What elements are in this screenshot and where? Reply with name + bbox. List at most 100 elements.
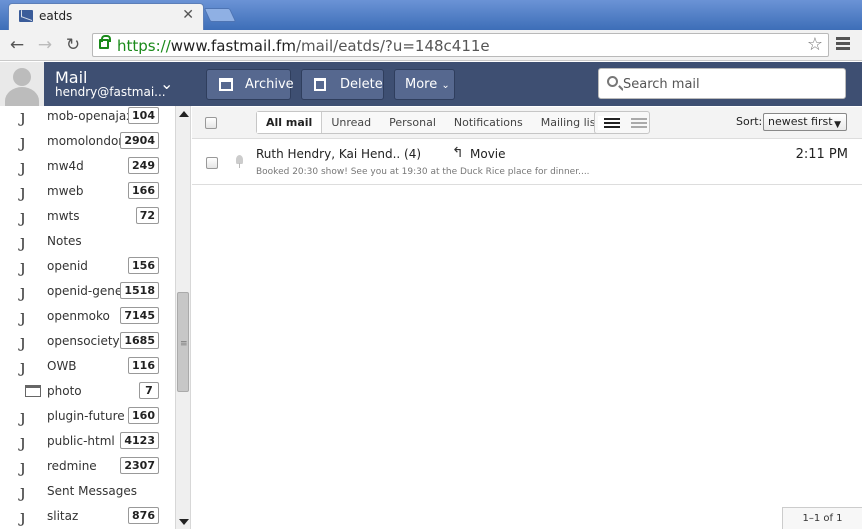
label-hook-icon: ȷ <box>20 506 26 527</box>
label-hook-icon: ȷ <box>20 481 26 502</box>
sidebar-item-owb[interactable]: ȷ OWB 116 <box>0 356 175 381</box>
label-hook-icon: ȷ <box>20 306 26 327</box>
label-hook-icon: ȷ <box>20 206 26 227</box>
search-box[interactable] <box>598 68 846 99</box>
back-icon[interactable]: ← <box>6 34 28 56</box>
message-checkbox[interactable] <box>206 157 218 169</box>
sidebar-item-photo[interactable]: photo 7 <box>0 381 175 406</box>
scroll-down-icon[interactable] <box>179 519 189 525</box>
sidebar-item-opensociety[interactable]: ȷ opensociety 1685 <box>0 331 175 356</box>
sidebar-item-mweb[interactable]: ȷ mweb 166 <box>0 181 175 206</box>
sidebar-item-redmine[interactable]: ȷ redmine 2307 <box>0 456 175 481</box>
filter-bar: All mail Unread Personal Notifications Maili… <box>192 107 862 139</box>
sidebar-item-plugin-future[interactable]: ȷ plugin-future 160 <box>0 406 175 431</box>
avatar[interactable] <box>0 62 44 106</box>
select-all-checkbox[interactable] <box>205 117 217 129</box>
sidebar-item-mob-openajax[interactable]: ȷ mob-openajax 104 <box>0 106 175 131</box>
app-header: Mail hendry@fastmai... ⌄ Archive Delete … <box>0 62 862 106</box>
forward-icon[interactable]: → <box>34 34 56 56</box>
label-hook-icon: ȷ <box>20 256 26 277</box>
unread-count-badge: 116 <box>128 357 159 374</box>
message-row[interactable]: Ruth Hendry, Kai Hend.. (4) ↰ Movie 2:11… <box>192 140 862 185</box>
unread-count-badge: 1685 <box>120 332 159 349</box>
chevron-down-icon[interactable]: ⌄ <box>160 74 173 93</box>
reload-icon[interactable]: ↻ <box>62 34 84 56</box>
trash-icon <box>314 78 326 91</box>
sort-label: Sort: <box>736 115 763 128</box>
unread-count-badge: 72 <box>135 207 159 224</box>
label-hook-icon: ȷ <box>20 406 26 427</box>
sort-select[interactable]: newest first ▼ <box>763 113 847 131</box>
search-icon <box>607 76 618 87</box>
search-input[interactable] <box>623 74 833 94</box>
close-tab-icon[interactable]: ✕ <box>182 7 194 23</box>
tab-all-mail[interactable]: All mail <box>257 112 323 133</box>
dropdown-arrow-icon: ▼ <box>834 120 841 130</box>
delete-button[interactable]: Delete <box>301 69 384 100</box>
url-text[interactable]: https://www.fastmail.fm/mail/eatds/?u=14… <box>117 37 490 55</box>
bookmark-star-icon[interactable]: ☆ <box>807 34 823 55</box>
unread-count-badge: 156 <box>128 257 159 274</box>
lock-icon <box>99 35 111 49</box>
sidebar-item-openid[interactable]: ȷ openid 156 <box>0 256 175 281</box>
sidebar-item-mw4d[interactable]: ȷ mw4d 249 <box>0 156 175 181</box>
message-preview: Booked 20:30 show! See you at 19:30 at t… <box>256 167 590 177</box>
unread-count-badge: 2904 <box>120 132 159 149</box>
folder-icon <box>25 385 41 397</box>
unread-count-badge: 104 <box>128 107 159 124</box>
label-hook-icon: ȷ <box>20 281 26 302</box>
scroll-up-icon[interactable] <box>179 111 189 117</box>
sidebar-item-notes[interactable]: ȷ Notes <box>0 231 175 256</box>
sidebar-item-public-html[interactable]: ȷ public-html 4123 <box>0 431 175 456</box>
label-hook-icon: ȷ <box>20 331 26 352</box>
archive-button[interactable]: Archive <box>206 69 294 100</box>
sidebar-item-openid-general[interactable]: ȷ openid-gene.. 1518 <box>0 281 175 306</box>
unread-count-badge: 249 <box>128 157 159 174</box>
message-time: 2:11 PM <box>795 147 848 162</box>
browser-tab-strip: eatds ✕ <box>0 0 862 30</box>
mail-favicon-icon <box>19 10 33 22</box>
unread-count-badge: 1518 <box>120 282 159 299</box>
label-hook-icon: ȷ <box>20 431 26 452</box>
sidebar-item-slitaz[interactable]: ȷ slitaz 876 <box>0 506 175 529</box>
label-hook-icon: ȷ <box>20 131 26 152</box>
pin-icon[interactable] <box>236 155 243 168</box>
label-hook-icon: ȷ <box>20 356 26 377</box>
account-user[interactable]: hendry@fastmai... <box>55 85 166 99</box>
unread-count-badge: 4123 <box>120 432 159 449</box>
message-from: Ruth Hendry, Kai Hend.. (4) <box>256 147 422 161</box>
browser-toolbar: ← → ↻ https://www.fastmail.fm/mail/eatds… <box>0 30 862 61</box>
message-subject: Movie <box>470 147 506 161</box>
sidebar-scrollbar[interactable]: ≡ <box>175 106 191 529</box>
unread-count-badge: 7145 <box>120 307 159 324</box>
sidebar-item-mwts[interactable]: ȷ mwts 72 <box>0 206 175 231</box>
address-bar[interactable]: https://www.fastmail.fm/mail/eatds/?u=14… <box>92 33 829 57</box>
unread-count-badge: 7 <box>139 382 159 399</box>
unread-count-badge: 876 <box>128 507 159 524</box>
list-view-expanded-icon[interactable] <box>625 116 647 130</box>
pagination-status: 1–1 of 1 <box>782 507 862 529</box>
filter-tabs: All mail Unread Personal Notifications Maili… <box>256 111 616 134</box>
chevron-down-icon: ⌄ <box>441 80 450 91</box>
tab-notifications[interactable]: Notifications <box>445 112 532 133</box>
label-hook-icon: ȷ <box>20 156 26 177</box>
view-toggle <box>594 111 650 134</box>
tab-title: eatds <box>39 9 73 23</box>
sidebar-item-sent-messages[interactable]: ȷ Sent Messages <box>0 481 175 506</box>
more-button[interactable]: More ⌄ <box>394 69 455 100</box>
tab-personal[interactable]: Personal <box>380 112 445 133</box>
unread-count-badge: 166 <box>128 182 159 199</box>
unread-count-badge: 160 <box>128 407 159 424</box>
browser-tab[interactable]: eatds ✕ <box>8 3 204 30</box>
unread-count-badge: 2307 <box>120 457 159 474</box>
browser-menu-icon[interactable] <box>836 37 850 51</box>
message-list: Ruth Hendry, Kai Hend.. (4) ↰ Movie 2:11… <box>192 140 862 529</box>
new-tab-button[interactable] <box>203 8 237 22</box>
sidebar-item-openmoko[interactable]: ȷ openmoko 7145 <box>0 306 175 331</box>
label-hook-icon: ȷ <box>20 181 26 202</box>
label-hook-icon: ȷ <box>20 106 26 127</box>
archive-icon <box>219 78 233 91</box>
tab-unread[interactable]: Unread <box>322 112 380 133</box>
list-view-compact-icon[interactable] <box>598 116 620 130</box>
sidebar-item-momolondon[interactable]: ȷ momolondon 2904 <box>0 131 175 156</box>
